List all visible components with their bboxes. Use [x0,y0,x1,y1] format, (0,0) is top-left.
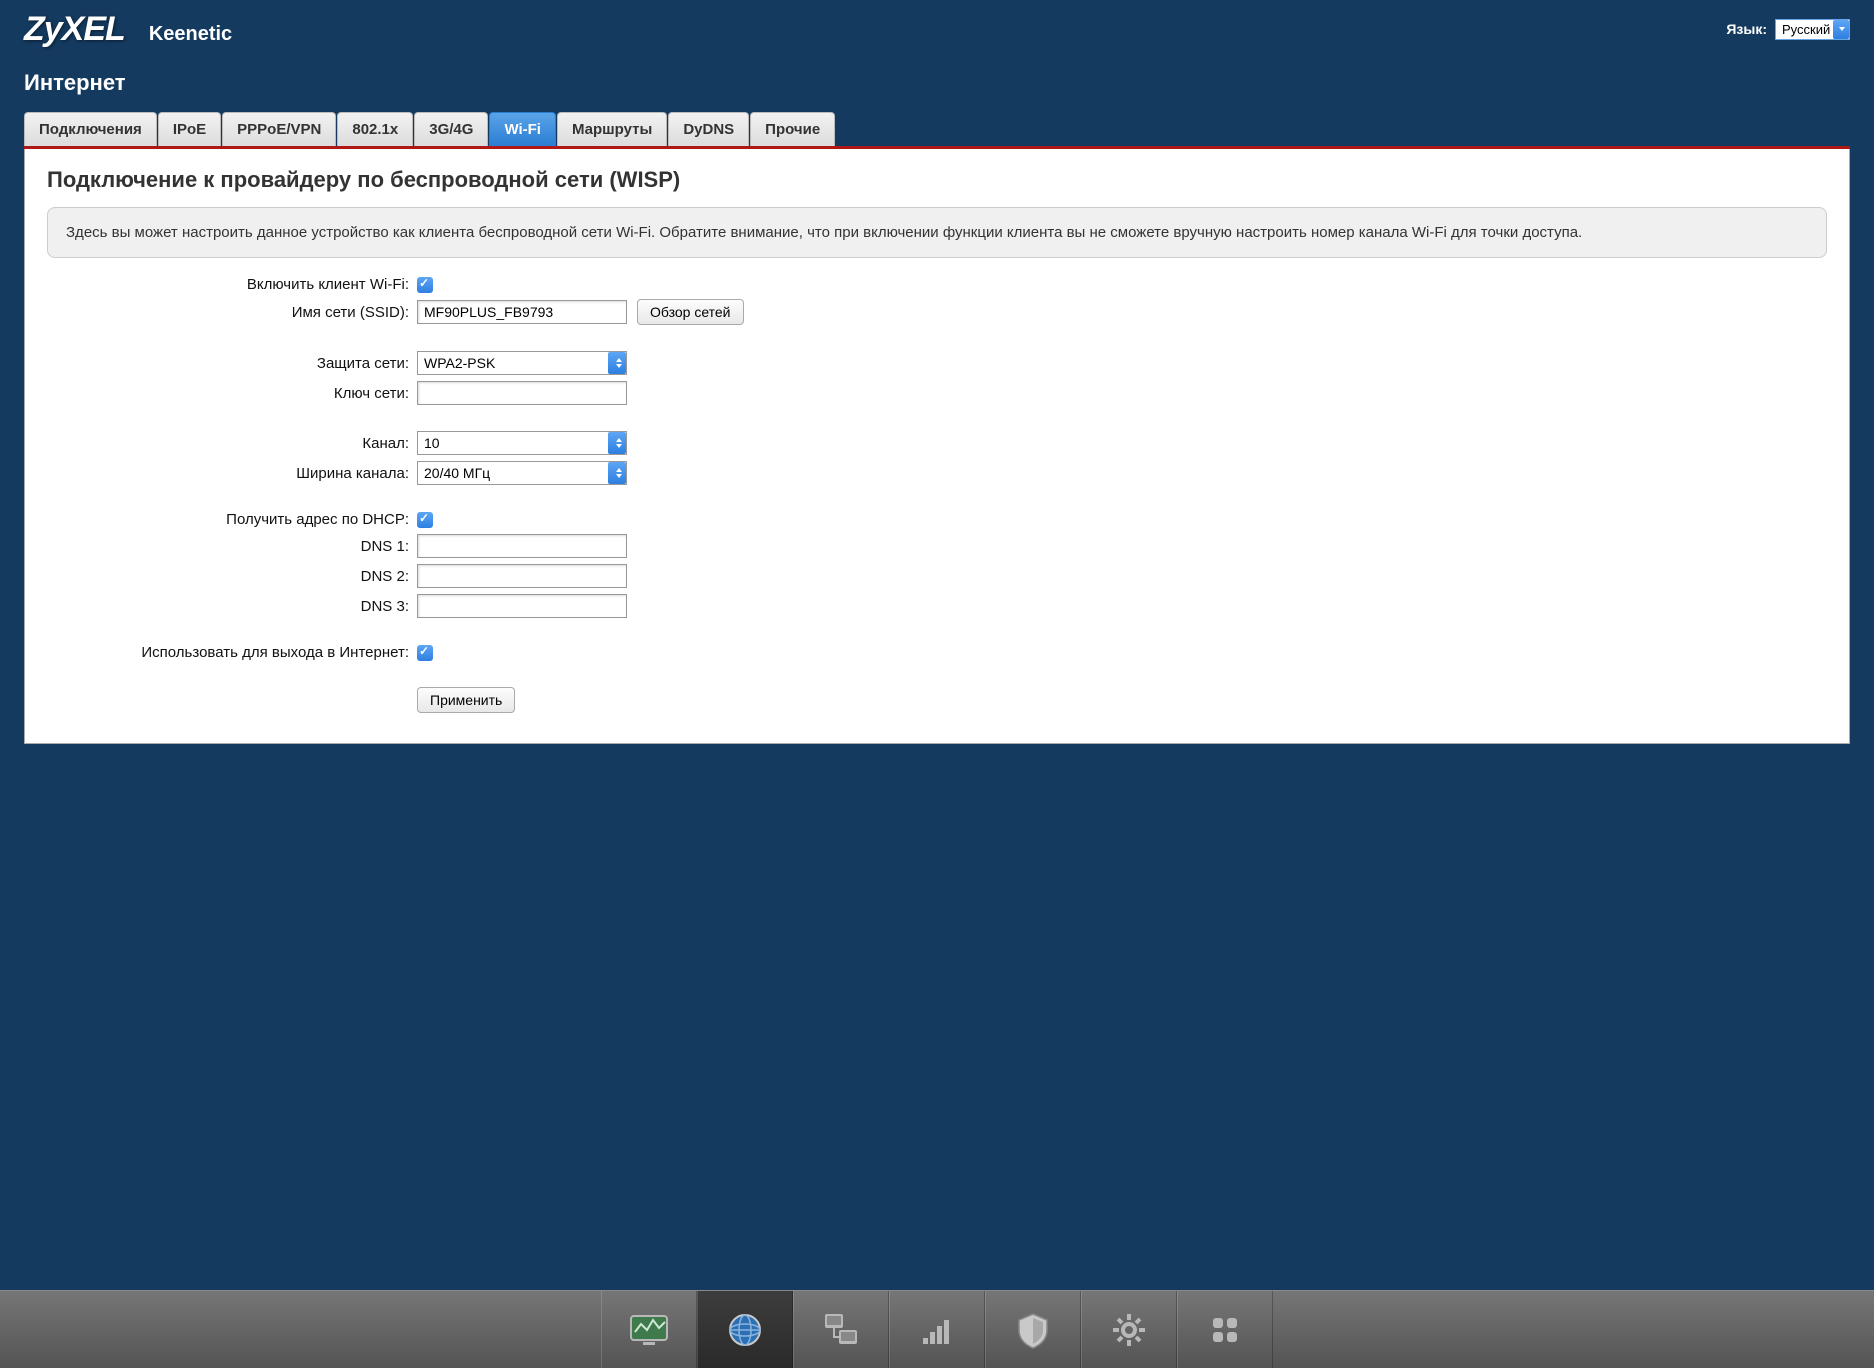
dhcp-label: Получить адрес по DHCP: [47,511,417,528]
channel-label: Канал: [47,435,417,452]
tab-3g4g[interactable]: 3G/4G [414,112,488,146]
nav-shield-icon[interactable] [985,1291,1081,1368]
key-input[interactable] [417,381,627,405]
dns2-input[interactable] [417,564,627,588]
tab-routes[interactable]: Маршруты [557,112,667,146]
security-label: Защита сети: [47,355,417,372]
tab-wifi[interactable]: Wi-Fi [489,112,556,146]
dns3-label: DNS 3: [47,598,417,615]
tab-dydns[interactable]: DyDNS [668,112,749,146]
enable-wifi-checkbox[interactable] [417,277,433,293]
apply-button[interactable]: Применить [417,687,515,713]
logo-text: ZyXEL [24,10,125,49]
language-block: Язык: Русский [1726,19,1850,40]
nav-wifi-icon[interactable] [889,1291,985,1368]
header: ZyXEL Keenetic Язык: Русский [0,0,1874,50]
tab-other[interactable]: Прочие [750,112,835,146]
dns1-input[interactable] [417,534,627,558]
internet-label: Использовать для выхода в Интернет: [47,644,417,661]
info-box: Здесь вы может настроить данное устройст… [47,207,1827,258]
nav-apps-icon[interactable] [1177,1291,1273,1368]
dns1-label: DNS 1: [47,538,417,555]
tab-connections[interactable]: Подключения [24,112,157,146]
nav-globe-icon[interactable] [697,1291,793,1368]
channel-select[interactable]: 10 [417,431,627,455]
enable-wifi-label: Включить клиент Wi-Fi: [47,276,417,293]
section-title: Интернет [0,50,1874,112]
model-text: Keenetic [149,23,232,46]
dns2-label: DNS 2: [47,568,417,585]
internet-checkbox[interactable] [417,645,433,661]
ssid-label: Имя сети (SSID): [47,304,417,321]
tabs: Подключения IPoE PPPoE/VPN 802.1x 3G/4G … [0,112,1874,146]
nav-network-icon[interactable] [793,1291,889,1368]
width-select[interactable]: 20/40 МГц [417,461,627,485]
wisp-form: Включить клиент Wi-Fi: Имя сети (SSID): … [47,276,1827,713]
panel-heading: Подключение к провайдеру по беспроводной… [47,167,1827,193]
bottom-nav [0,1290,1874,1368]
main-panel: Подключение к провайдеру по беспроводной… [24,149,1850,744]
tab-8021x[interactable]: 802.1x [337,112,413,146]
ssid-input[interactable] [417,300,627,324]
tab-ipoe[interactable]: IPoE [158,112,221,146]
key-label: Ключ сети: [47,385,417,402]
nav-monitor-icon[interactable] [601,1291,697,1368]
brand-block: ZyXEL Keenetic [24,10,232,49]
security-select[interactable]: WPA2-PSK [417,351,627,375]
language-select[interactable]: Русский [1775,19,1850,40]
dhcp-checkbox[interactable] [417,512,433,528]
language-label: Язык: [1726,21,1767,37]
width-label: Ширина канала: [47,465,417,482]
tab-pppoe-vpn[interactable]: PPPoE/VPN [222,112,336,146]
nav-gear-icon[interactable] [1081,1291,1177,1368]
dns3-input[interactable] [417,594,627,618]
browse-networks-button[interactable]: Обзор сетей [637,299,744,325]
